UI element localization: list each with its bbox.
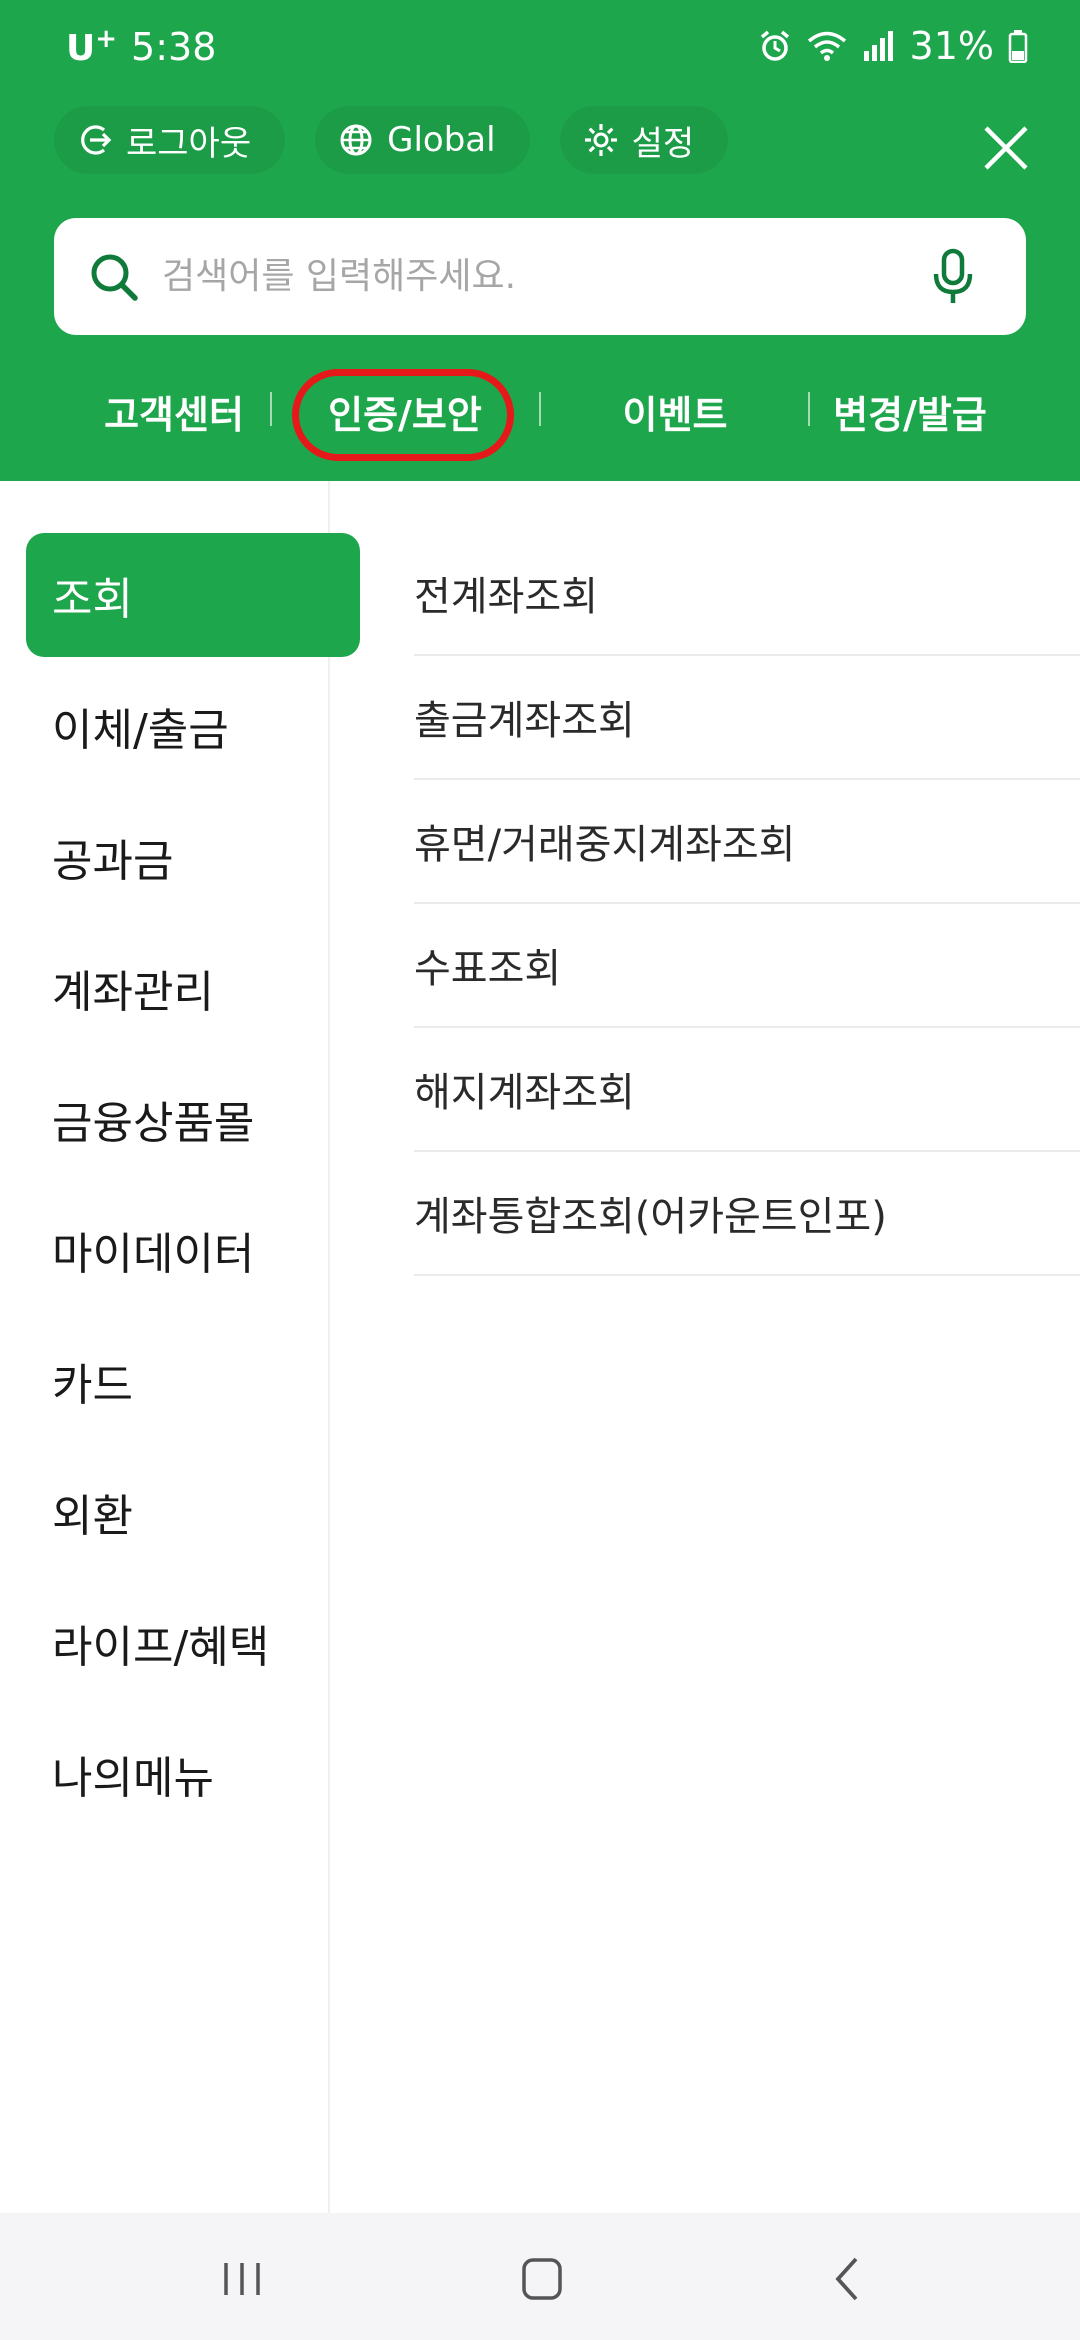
sidebar-item-my-menu[interactable]: 나의메뉴 [26, 1712, 360, 1836]
submenu-item-closed-accounts[interactable]: 해지계좌조회 [414, 1028, 1080, 1152]
recent-apps-icon[interactable] [212, 2249, 272, 2309]
sidebar-item-card[interactable]: 카드 [26, 1319, 360, 1443]
category-sidebar: 조회 이체/출금 공과금 계좌관리 금융상품몰 마이데이터 카드 외환 라이프/… [0, 481, 360, 2213]
submenu-item-account-info[interactable]: 계좌통합조회(어카운트인포) [414, 1152, 1080, 1276]
signal-icon [863, 31, 893, 61]
settings-label: 설정 [631, 123, 695, 164]
submenu-item-all-accounts[interactable]: 전계좌조회 [414, 532, 1080, 656]
sidebar-item-transfer[interactable]: 이체/출금 [26, 664, 360, 788]
sidebar-item-financial-products[interactable]: 금융상품몰 [26, 1057, 360, 1181]
quick-actions: 로그아웃 Global 설정 [54, 106, 729, 174]
home-icon[interactable] [512, 2249, 572, 2309]
sidebar-item-foreign-exchange[interactable]: 외환 [26, 1450, 360, 1574]
change-issue-link[interactable]: 변경/발급 [830, 374, 990, 448]
menu-header: U+ 5:38 31% 로그아웃 Global 설정 검색어를 입력해주세요. … [0, 0, 1080, 481]
submenu-item-dormant-accounts[interactable]: 휴면/거래중지계좌조회 [414, 780, 1080, 904]
sidebar-item-account-management[interactable]: 계좌관리 [26, 926, 360, 1050]
sidebar-item-inquiry[interactable]: 조회 [26, 533, 360, 657]
status-bar: U+ 5:38 31% [0, 0, 1080, 95]
back-icon[interactable] [818, 2249, 878, 2309]
system-nav-bar [0, 2213, 1080, 2340]
clock: 5:38 [131, 24, 217, 69]
sidebar-item-utility-bills[interactable]: 공과금 [26, 795, 360, 919]
top-links: 고객센터 인증/보안 이벤트 변경/발급 [0, 374, 1080, 448]
submenu-list: 전계좌조회 출금계좌조회 휴면/거래중지계좌조회 수표조회 해지계좌조회 계좌통… [414, 532, 1080, 1276]
submenu-item-check-inquiry[interactable]: 수표조회 [414, 904, 1080, 1028]
gear-icon [584, 124, 617, 156]
microphone-icon[interactable] [930, 248, 976, 306]
logout-icon [81, 125, 112, 155]
status-left: U+ 5:38 [66, 24, 216, 69]
divider [808, 392, 810, 426]
logout-label: 로그아웃 [126, 123, 252, 164]
carrier-label: U+ [66, 24, 118, 69]
divider [270, 392, 272, 426]
highlight-annotation [292, 369, 514, 461]
search-bar [54, 218, 1026, 335]
search-input[interactable] [162, 256, 930, 297]
status-right: 31% [758, 24, 1028, 68]
settings-button[interactable]: 설정 [559, 106, 729, 174]
global-label: Global [387, 120, 496, 160]
close-icon[interactable] [976, 118, 1036, 178]
submenu-item-withdrawal-accounts[interactable]: 출금계좌조회 [414, 656, 1080, 780]
logout-button[interactable]: 로그아웃 [54, 106, 286, 174]
event-link[interactable]: 이벤트 [600, 374, 750, 448]
battery-icon [1008, 30, 1028, 63]
battery-percent: 31% [909, 24, 994, 68]
sidebar-item-mydata[interactable]: 마이데이터 [26, 1188, 360, 1312]
globe-icon [340, 124, 372, 156]
sidebar-item-life-benefits[interactable]: 라이프/혜택 [26, 1581, 360, 1705]
wifi-icon [807, 31, 846, 61]
alarm-icon [760, 30, 789, 61]
customer-center-link[interactable]: 고객센터 [98, 374, 250, 448]
global-button[interactable]: Global [315, 106, 530, 174]
search-icon[interactable] [88, 251, 140, 303]
divider [539, 392, 541, 426]
